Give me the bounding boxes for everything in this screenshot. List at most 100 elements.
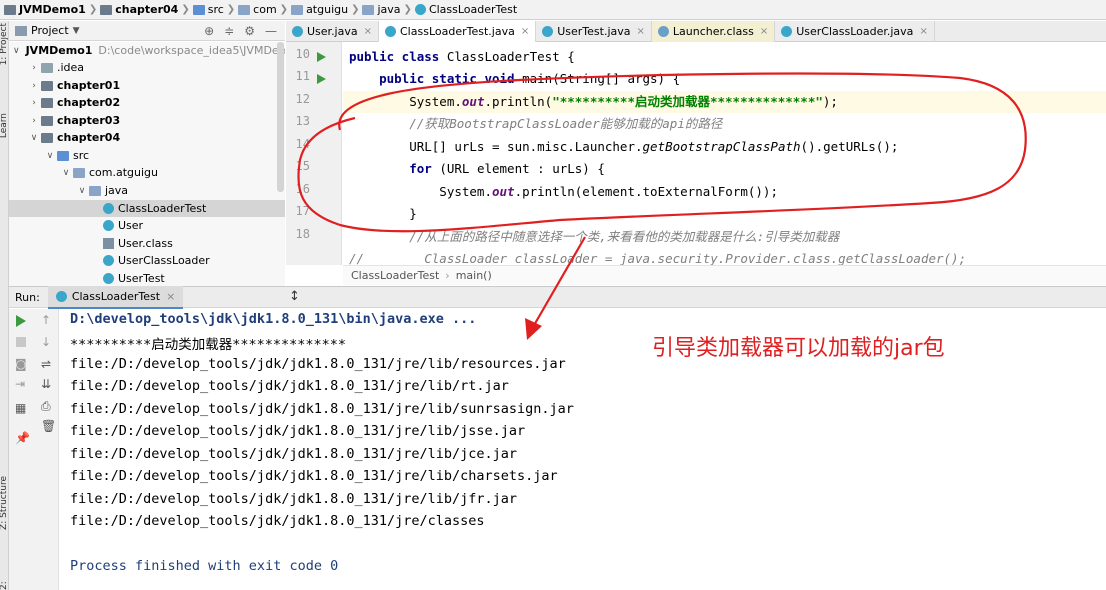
close-icon[interactable]: × [637,26,645,37]
console-line: file:/D:/develop_tools/jdk/jdk1.8.0_131/… [70,491,518,507]
arrow-up-icon[interactable]: ↑ [41,313,51,327]
console-line: file:/D:/develop_tools/jdk/jdk1.8.0_131/… [70,446,518,462]
class-icon [385,26,396,37]
hide-icon[interactable]: — [265,24,277,38]
nav-crumb-src[interactable]: src [192,3,224,16]
tree-item-user-class[interactable]: User.class [9,235,285,252]
console-line: file:/D:/develop_tools/jdk/jdk1.8.0_131/… [70,423,526,439]
tree-item-chapter03[interactable]: › chapter03 [9,112,285,129]
chevron-right-icon[interactable]: › [29,63,39,73]
tree-item-java[interactable]: ∨ java [9,182,285,199]
print-icon[interactable]: ⎙ [41,399,51,414]
nav-crumb-java[interactable]: java [362,3,401,16]
console-line: file:/D:/develop_tools/jdk/jdk1.8.0_131/… [70,356,566,372]
code-line: public static void main(String[] args) { [349,71,681,86]
chevron-right-icon: ❯ [351,4,360,15]
editor-breadcrumb: ClassLoaderTest › main() [343,265,1106,285]
chevron-right-icon: › [445,269,450,282]
layout-icon[interactable]: ▦ [15,401,26,415]
console-line: file:/D:/develop_tools/jdk/jdk1.8.0_131/… [70,513,485,529]
close-icon[interactable]: × [919,26,927,37]
tree-item-usertest[interactable]: UserTest [9,270,285,286]
exit-icon[interactable]: ⇥ [15,377,25,391]
stop-icon[interactable] [16,337,26,347]
tree-item-idea[interactable]: › .idea [9,59,285,76]
close-icon[interactable]: × [521,26,529,37]
module-icon [4,4,16,15]
pin-icon[interactable]: 📌 [15,431,30,445]
resize-handle-icon[interactable]: ↕ [289,289,300,304]
nav-crumb-class[interactable]: ClassLoaderTest [414,3,517,16]
tree-item-jvmdemo1[interactable]: ∨ JVMDemo1 D:\code\workspace_idea5\JVMDe… [9,42,285,59]
nav-crumb-project[interactable]: JVMDemo1 [4,3,86,16]
chevron-down-icon[interactable]: ∨ [61,168,71,178]
arrow-down-icon[interactable]: ↓ [41,335,51,349]
chevron-right-icon: ❯ [88,4,98,15]
class-icon [55,290,67,302]
tree-item-com-atguigu[interactable]: ∨ com.atguigu [9,164,285,181]
tree-item-chapter01[interactable]: › chapter01 [9,77,285,94]
chevron-right-icon[interactable]: › [29,116,39,126]
class-icon [103,220,114,231]
run-label: Run: [15,290,40,304]
tree-item-user[interactable]: User [9,217,285,234]
class-icon [414,4,426,15]
breadcrumb-class[interactable]: ClassLoaderTest [351,269,439,282]
run-tab-classloadertest[interactable]: ClassLoaderTest × [47,285,184,309]
folder-icon [41,62,53,73]
chevron-right-icon[interactable]: › [29,81,39,91]
line-number: 13 [295,114,310,128]
nav-crumb-atguigu[interactable]: atguigu [291,3,348,16]
chevron-right-icon: ❯ [226,4,236,15]
tree-item-userclassloader[interactable]: UserClassLoader [9,252,285,269]
project-tool-button[interactable]: 1: Project [0,23,9,65]
chevron-down-icon[interactable]: ∨ [13,46,20,56]
tab-userclassloader-java[interactable]: UserClassLoader.java × [775,21,935,42]
close-icon[interactable]: × [166,290,175,303]
locate-icon[interactable]: ⊕ [204,24,214,38]
chevron-right-icon: ❯ [279,4,289,15]
tab-launcher-class[interactable]: Launcher.class × [651,21,776,42]
camera-icon[interactable]: ◙ [15,357,27,371]
learn-tool-button[interactable]: Learn [0,113,9,138]
chevron-right-icon[interactable]: › [29,98,39,108]
run-icon[interactable] [317,52,326,62]
run-toolbar: ↑ ↓ ◙ ⇌ ⇥ ⇊ ▦ ⎙ 🗑 📌 [9,309,59,590]
chevron-down-icon[interactable]: ▼ [73,26,80,36]
run-icon[interactable] [317,74,326,84]
chevron-down-icon[interactable]: ∨ [45,151,55,161]
tab-classloadertest-java[interactable]: ClassLoaderTest.java × [379,21,537,44]
project-view-selector[interactable]: Project [31,24,69,37]
breadcrumb-method[interactable]: main() [456,269,492,282]
navigation-bar: JVMDemo1 ❯ chapter04 ❯ src ❯ com ❯ atguigu ❯ … [0,0,1106,20]
structure-tool-button[interactable]: Z: Structure [0,476,9,530]
class-icon [781,26,793,37]
chevron-down-icon[interactable]: ∨ [77,186,87,196]
nav-crumb-module[interactable]: chapter04 [100,3,178,16]
console-output[interactable]: D:\develop_tools\jdk\jdk1.8.0_131\bin\ja… [60,309,1106,590]
nav-crumb-com[interactable]: com [238,3,277,16]
line-number: 12 [295,92,310,106]
rerun-icon[interactable] [16,315,26,327]
scroll-to-end-icon[interactable]: ⇊ [41,377,51,391]
trash-icon[interactable]: 🗑 [41,419,56,433]
tree-item-chapter04[interactable]: ∨ chapter04 [9,129,285,146]
soft-wrap-icon[interactable]: ⇌ [41,357,51,371]
source-folder-icon [57,150,69,161]
close-icon[interactable]: × [760,26,768,37]
tab-usertest-java[interactable]: UserTest.java × [536,21,652,42]
tab-user-java[interactable]: User.java × [286,21,379,42]
collapse-all-icon[interactable]: ≑ [224,24,234,38]
close-icon[interactable]: × [364,26,372,37]
tree-scrollbar[interactable] [277,42,284,192]
gear-icon[interactable]: ⚙ [244,24,255,38]
line-number: 17 [295,204,310,218]
code-line: } [349,206,417,221]
line-number: 14 [295,137,310,151]
tree-item-src[interactable]: ∨ src [9,147,285,164]
code-editor[interactable]: public class ClassLoaderTest { public st… [343,42,1106,265]
code-line: // ClassLoader classLoader = java.securi… [349,251,967,265]
chevron-down-icon[interactable]: ∨ [29,133,39,143]
tree-item-classloadertest[interactable]: ClassLoaderTest [9,200,285,217]
tree-item-chapter02[interactable]: › chapter02 [9,94,285,111]
